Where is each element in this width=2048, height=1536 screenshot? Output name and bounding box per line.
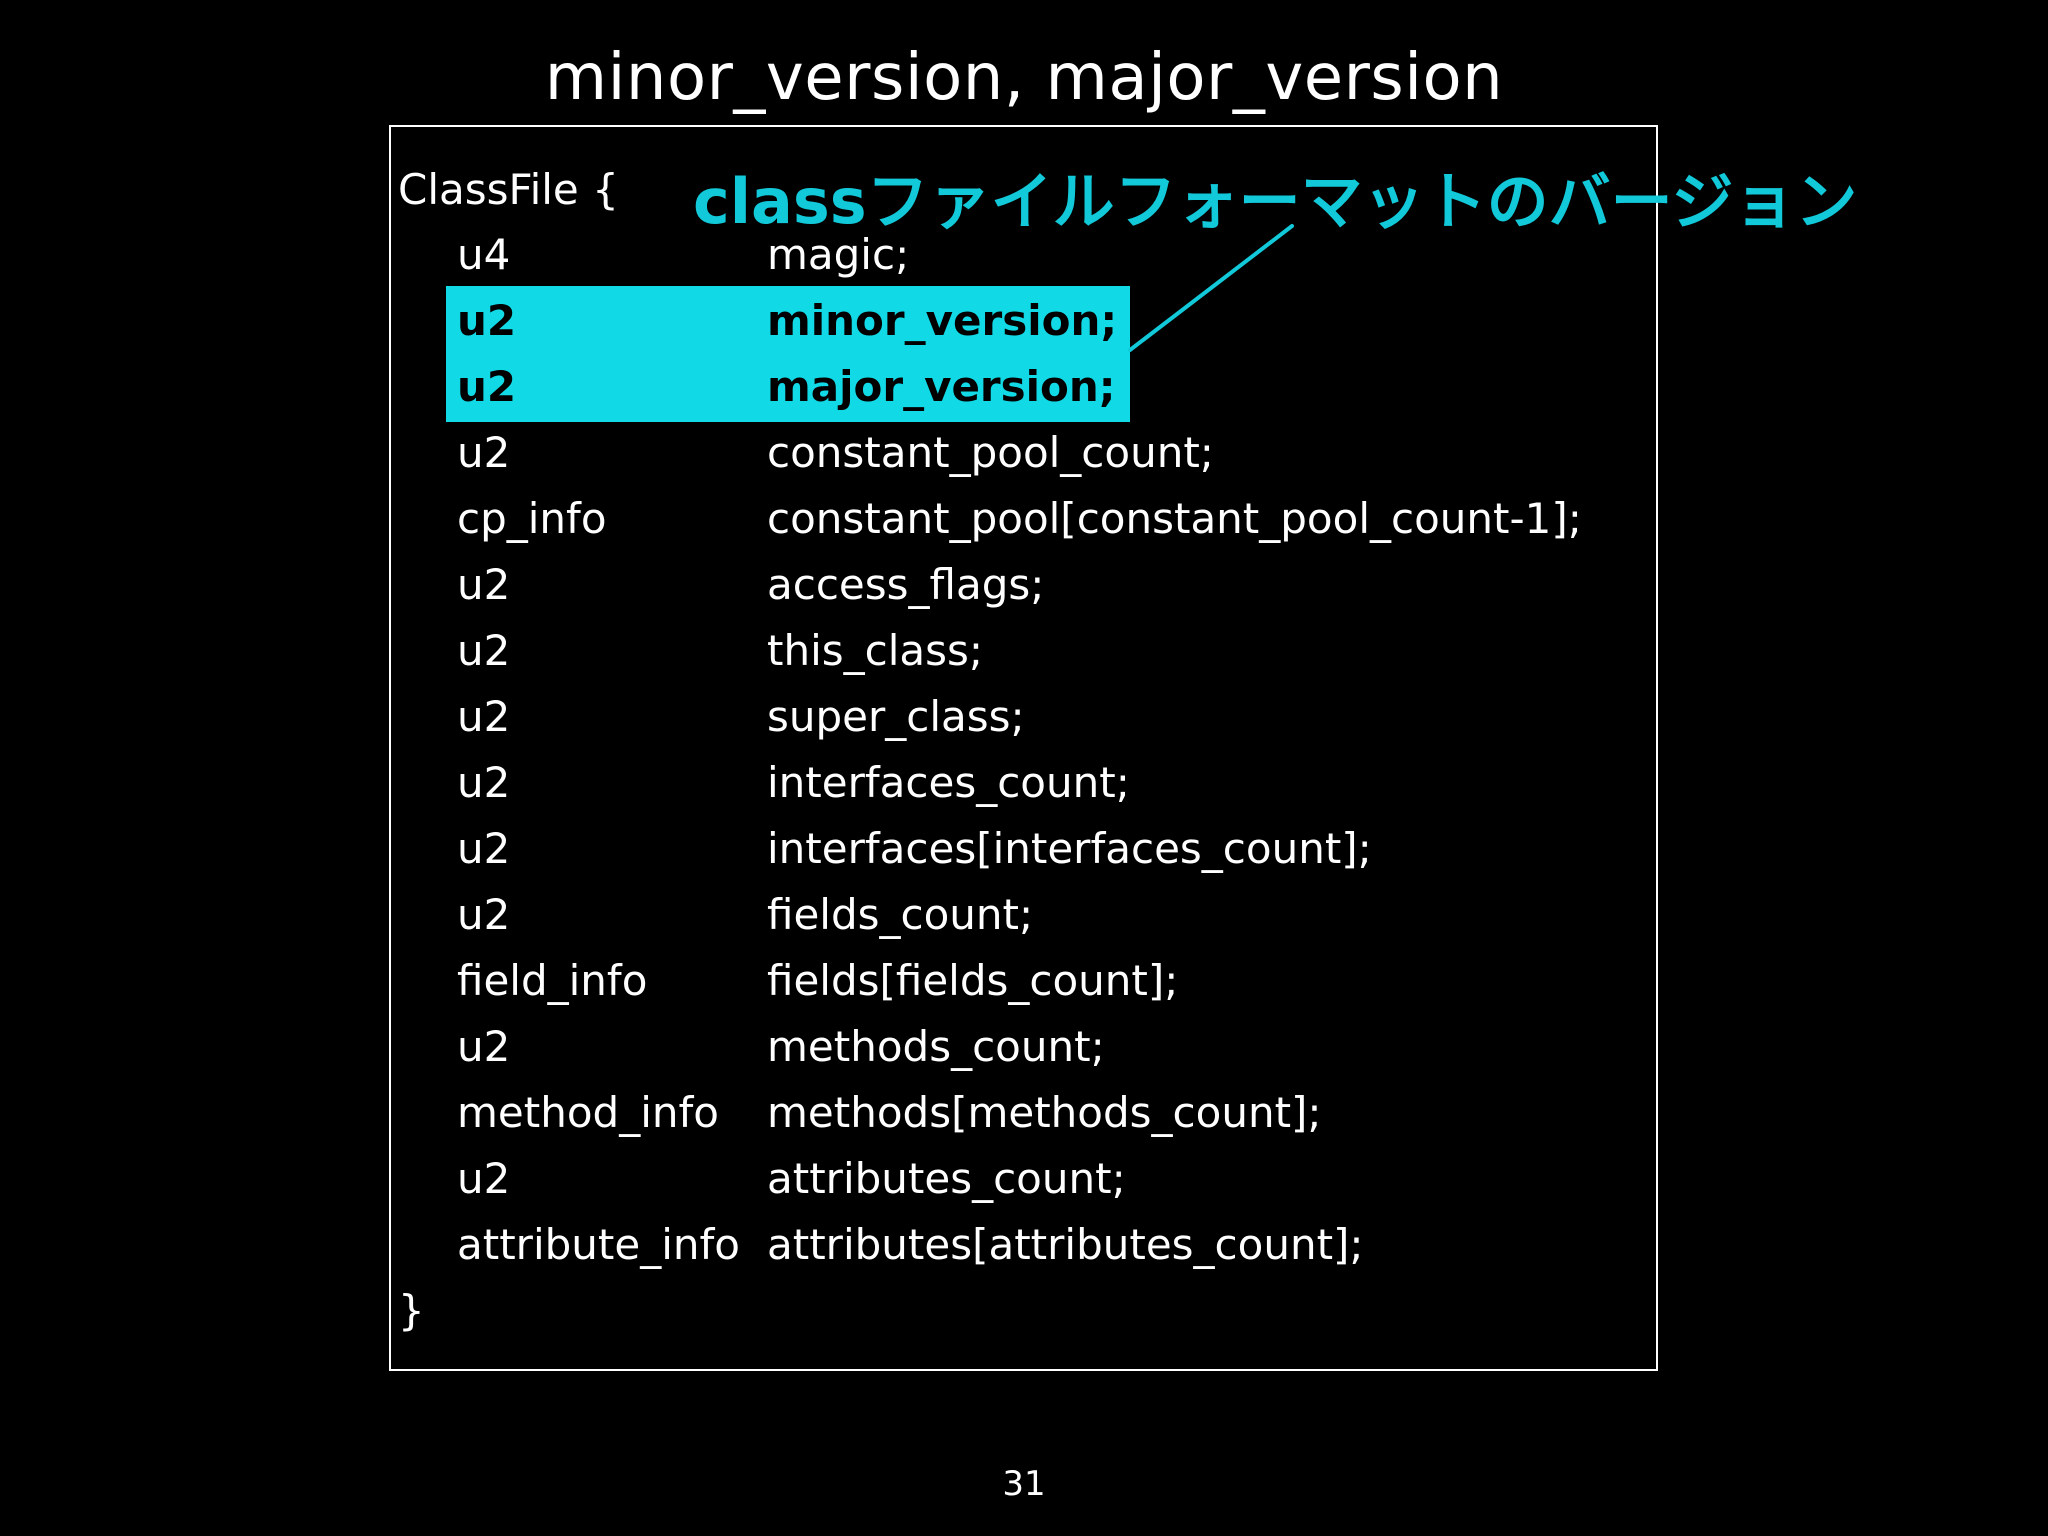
field-type: u2: [457, 428, 511, 477]
field-name: attributes_count;: [767, 1154, 1126, 1203]
field-name: this_class;: [767, 626, 984, 675]
field-type: u2: [457, 890, 511, 939]
field-type: attribute_info: [457, 1220, 740, 1269]
field-type: u2: [457, 362, 517, 411]
field-type: u2: [457, 296, 517, 345]
field-type: u2: [457, 1154, 511, 1203]
field-name: minor_version;: [767, 296, 1118, 345]
field-type: u2: [457, 824, 511, 873]
field-name: major_version;: [767, 362, 1116, 411]
field-type: u2: [457, 758, 511, 807]
field-type: method_info: [457, 1088, 719, 1137]
field-name: super_class;: [767, 692, 1025, 741]
field-name: fields_count;: [767, 890, 1034, 939]
field-name: fields[fields_count];: [767, 956, 1179, 1005]
field-name: interfaces_count;: [767, 758, 1130, 807]
field-name: methods_count;: [767, 1022, 1105, 1071]
classfile-open: ClassFile {: [398, 165, 619, 214]
page-number: 31: [1002, 1464, 1046, 1504]
field-name: access_flags;: [767, 560, 1045, 609]
field-name: attributes[attributes_count];: [767, 1220, 1364, 1269]
field-type: u2: [457, 560, 511, 609]
field-name: constant_pool_count;: [767, 428, 1214, 477]
field-type: u4: [457, 230, 511, 279]
field-type: u2: [457, 692, 511, 741]
field-name: magic;: [767, 230, 910, 279]
field-type: cp_info: [457, 494, 607, 543]
field-name: constant_pool[constant_pool_count-1];: [767, 494, 1582, 543]
field-name: interfaces[interfaces_count];: [767, 824, 1372, 873]
field-name: methods[methods_count];: [767, 1088, 1322, 1137]
field-type: u2: [457, 626, 511, 675]
classfile-close: }: [398, 1286, 425, 1335]
field-type: u2: [457, 1022, 511, 1071]
field-type: field_info: [457, 956, 648, 1005]
